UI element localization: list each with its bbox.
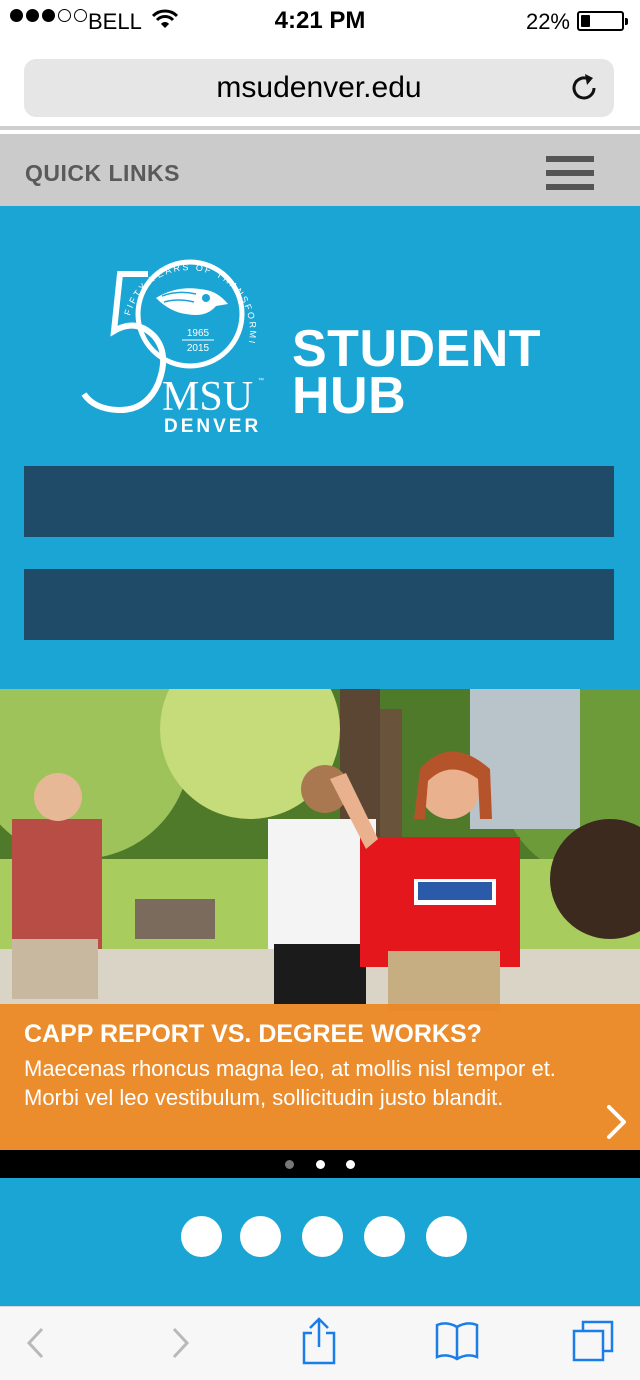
circle-link-1[interactable] xyxy=(181,1216,222,1257)
circle-link-5[interactable] xyxy=(426,1216,467,1257)
logo-trademark: ™ xyxy=(258,377,264,384)
hero-header: FIFTY YEARS OF TRANSFORMING LIVES 1965 2… xyxy=(0,206,640,689)
slide-caption[interactable]: CAPP REPORT VS. DEGREE WORKS? Maecenas r… xyxy=(0,1004,640,1150)
browser-address-area: msudenver.edu xyxy=(0,44,640,130)
address-bar[interactable]: msudenver.edu xyxy=(24,59,614,117)
back-icon[interactable] xyxy=(24,1325,48,1361)
chevron-right-icon[interactable] xyxy=(606,1104,628,1140)
quick-links-label[interactable]: QUICK LINKS xyxy=(25,160,180,187)
browser-toolbar xyxy=(0,1306,640,1380)
carousel-slide[interactable]: CAPP REPORT VS. DEGREE WORKS? Maecenas r… xyxy=(0,689,640,1150)
reload-icon[interactable] xyxy=(568,72,600,104)
battery-icon xyxy=(577,11,628,31)
forward-icon[interactable] xyxy=(168,1325,192,1361)
title-line-2: HUB xyxy=(292,367,407,425)
circle-link-3[interactable] xyxy=(302,1216,343,1257)
slide-body: Maecenas rhoncus magna leo, at mollis ni… xyxy=(24,1056,556,1110)
pager-dot-1[interactable] xyxy=(285,1160,294,1169)
slide-headline[interactable]: CAPP REPORT VS. DEGREE WORKS? xyxy=(24,1020,482,1049)
url-text[interactable]: msudenver.edu xyxy=(24,71,614,105)
battery-percent: 22% xyxy=(525,9,570,34)
circle-link-2[interactable] xyxy=(240,1216,281,1257)
carousel-pager xyxy=(0,1150,640,1178)
logo-brand: MSU xyxy=(162,374,253,420)
circle-link-4[interactable] xyxy=(364,1216,405,1257)
nav-bar-button-2[interactable] xyxy=(24,569,614,640)
quick-links-bar[interactable]: QUICK LINKS xyxy=(0,134,640,206)
title-line-1: STUDENT xyxy=(292,320,542,378)
msu-denver-50-logo[interactable]: FIFTY YEARS OF TRANSFORMING LIVES 1965 2… xyxy=(78,226,278,438)
pager-dot-3[interactable] xyxy=(346,1160,355,1169)
bookmarks-icon[interactable] xyxy=(434,1321,480,1361)
page-title: STUDENT HUB xyxy=(292,320,542,425)
share-icon[interactable] xyxy=(300,1317,338,1365)
logo-year-end: 2015 xyxy=(187,343,210,354)
pager-dot-2[interactable] xyxy=(316,1160,325,1169)
nav-bar-button-1[interactable] xyxy=(24,466,614,537)
logo-sub-brand: DENVER xyxy=(164,416,261,437)
circle-links-row xyxy=(0,1178,640,1306)
logo-year-start: 1965 xyxy=(187,328,210,339)
tabs-icon[interactable] xyxy=(571,1319,615,1363)
status-bar: BELL 4:21 PM 22% xyxy=(0,0,640,44)
hamburger-icon[interactable] xyxy=(546,156,594,190)
